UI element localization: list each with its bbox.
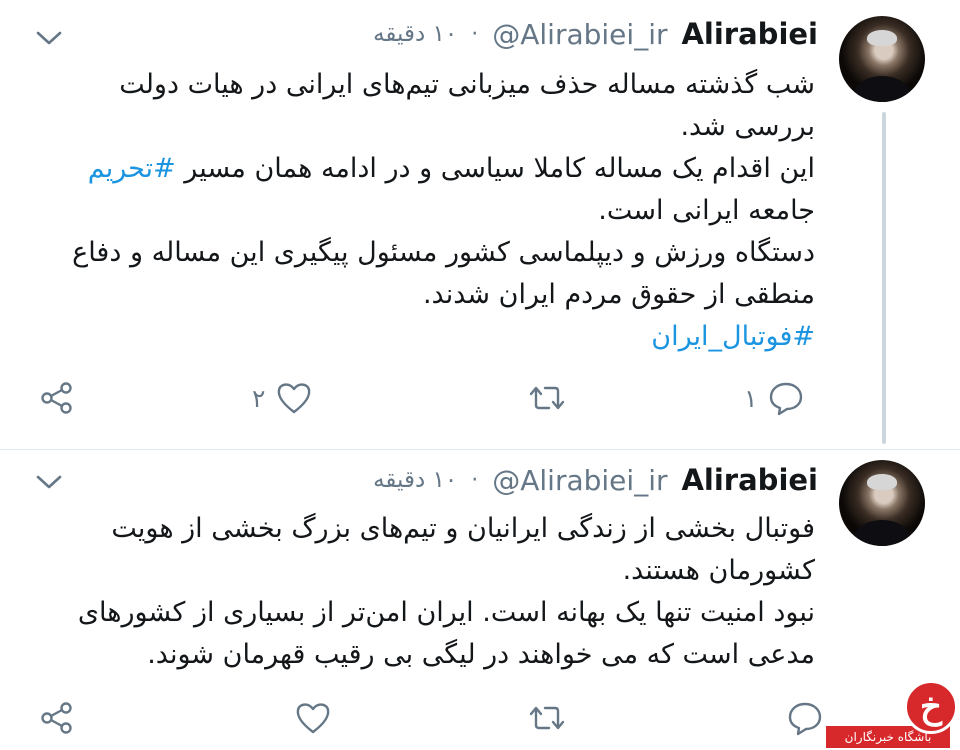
tweet-text-line: این اقدام یک مساله کاملا سیاسی و در ادام…: [55, 148, 815, 190]
tweet[interactable]: Alirabiei @Alirabiei_ir · ۱۰ دقیقه فوتبا…: [0, 450, 960, 750]
tweet-text-line: فوتبال بخشی از زندگی ایرانیان و تیم‌های …: [111, 513, 815, 544]
tweet-text-line: جامعه ایرانی است.: [598, 195, 815, 226]
author-handle[interactable]: @Alirabiei_ir: [492, 18, 667, 51]
news-agency-watermark: باشگاه خبرنگاران خ: [820, 680, 960, 750]
reply-button[interactable]: [776, 696, 824, 740]
reply-icon: [770, 382, 803, 416]
like-button[interactable]: ۲: [252, 376, 313, 420]
share-icon: [41, 382, 72, 414]
thread-connector: [882, 112, 886, 444]
separator-dot: ·: [471, 21, 479, 47]
tweet-menu-button[interactable]: [34, 26, 64, 50]
tweet-actions: [30, 696, 830, 740]
hashtag-link[interactable]: #تحریم: [88, 153, 176, 184]
heart-icon: [296, 703, 330, 734]
watermark-logo: خ: [904, 680, 958, 734]
chevron-down-icon: [36, 475, 62, 489]
tweet-text-line: دستگاه ورزش و دیپلماسی کشور مسئول پیگیری…: [72, 237, 815, 268]
tweet-text-line: شب گذشته مساله حذف میزبانی تیم‌های ایران…: [119, 69, 815, 100]
reply-count: ۱: [744, 383, 758, 413]
like-count: ۲: [252, 383, 266, 413]
retweet-icon: [529, 706, 565, 730]
like-button[interactable]: [284, 696, 332, 740]
reply-button[interactable]: ۱: [744, 376, 805, 420]
tweet-timestamp[interactable]: ۱۰ دقیقه: [373, 21, 457, 47]
tweet-text-segment: این اقدام یک مساله کاملا سیاسی و در ادام…: [184, 153, 815, 184]
share-button[interactable]: [38, 376, 76, 420]
author-name[interactable]: Alirabiei: [681, 17, 818, 51]
tweet-text-line: مدعی است که می خواهند در لیگی بی رقیب قه…: [147, 639, 815, 670]
retweet-button[interactable]: [528, 696, 566, 740]
chevron-down-icon: [36, 31, 62, 45]
tweet-text-line: کشورمان هستند.: [622, 555, 815, 586]
author-name[interactable]: Alirabiei: [681, 463, 818, 497]
heart-icon: [278, 383, 311, 414]
tweet-header: Alirabiei @Alirabiei_ir · ۱۰ دقیقه: [373, 460, 818, 500]
tweet-text-line: نبود امنیت تنها یک بهانه است. ایران امن‌…: [77, 597, 815, 628]
tweet-menu-button[interactable]: [34, 470, 64, 494]
author-avatar[interactable]: [839, 16, 925, 102]
share-icon: [41, 702, 72, 734]
share-button[interactable]: [38, 696, 76, 740]
tweet-actions: ۲ ۱: [30, 376, 830, 420]
tweet-text-line: بررسی شد.: [680, 111, 815, 142]
tweet[interactable]: Alirabiei @Alirabiei_ir · ۱۰ دقیقه شب گذ…: [0, 0, 960, 450]
tweet-header: Alirabiei @Alirabiei_ir · ۱۰ دقیقه: [373, 14, 818, 54]
tweet-text: فوتبال بخشی از زندگی ایرانیان و تیم‌های …: [55, 508, 815, 676]
retweet-icon: [529, 386, 565, 410]
separator-dot: ·: [471, 467, 479, 493]
tweet-text-line: منطقی از حقوق مردم ایران شدند.: [422, 279, 815, 310]
retweet-button[interactable]: [528, 376, 566, 420]
author-handle[interactable]: @Alirabiei_ir: [492, 464, 667, 497]
hashtag-link[interactable]: #فوتبال_ایران: [55, 316, 815, 358]
reply-icon: [788, 702, 822, 736]
tweet-timestamp[interactable]: ۱۰ دقیقه: [373, 467, 457, 493]
tweet-text: شب گذشته مساله حذف میزبانی تیم‌های ایران…: [55, 64, 815, 358]
author-avatar[interactable]: [839, 460, 925, 546]
